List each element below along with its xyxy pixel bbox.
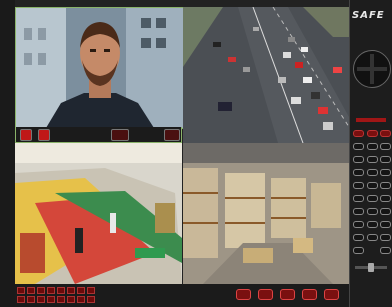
stop-icon[interactable] <box>280 289 295 300</box>
camera-view-4[interactable] <box>183 143 349 284</box>
channel-button[interactable] <box>37 296 45 303</box>
side-button[interactable] <box>380 169 391 176</box>
channel-button[interactable] <box>57 296 65 303</box>
side-button[interactable] <box>380 195 391 202</box>
side-button[interactable] <box>367 156 378 163</box>
camera-view-3[interactable] <box>15 143 182 284</box>
side-button[interactable] <box>380 182 391 189</box>
ptz-joystick-icon[interactable] <box>353 50 391 88</box>
side-button[interactable] <box>380 143 391 150</box>
camera-4-feed <box>183 143 349 284</box>
side-button[interactable] <box>353 234 364 241</box>
channel-button[interactable] <box>77 296 85 303</box>
channel-button[interactable] <box>37 287 45 294</box>
channel-button[interactable] <box>57 287 65 294</box>
channel-button[interactable] <box>87 296 95 303</box>
camera-1-feed <box>16 8 183 128</box>
side-button[interactable] <box>353 208 364 215</box>
side-button[interactable] <box>353 130 364 137</box>
dvr-viewer-window: SAFE <box>0 0 392 307</box>
side-button[interactable] <box>380 130 391 137</box>
slider-knob[interactable] <box>368 263 374 272</box>
side-button[interactable] <box>380 156 391 163</box>
channel-button[interactable] <box>47 287 55 294</box>
record-icon[interactable] <box>236 289 251 300</box>
side-button[interactable] <box>353 247 364 254</box>
side-button[interactable] <box>367 130 378 137</box>
side-button[interactable] <box>367 234 378 241</box>
brand-logo: SAFE <box>352 10 385 21</box>
channel-button[interactable] <box>27 296 35 303</box>
status-indicator <box>356 118 386 122</box>
side-button[interactable] <box>367 221 378 228</box>
control-panel <box>349 0 392 307</box>
left-margin <box>0 0 15 307</box>
side-button[interactable] <box>353 143 364 150</box>
channel-button[interactable] <box>17 296 25 303</box>
channel-button[interactable] <box>67 287 75 294</box>
settings-icon[interactable] <box>324 289 339 300</box>
channel-button[interactable] <box>77 287 85 294</box>
side-button[interactable] <box>367 208 378 215</box>
microphone-icon[interactable] <box>38 129 50 141</box>
speaker-icon[interactable] <box>20 129 32 141</box>
side-button[interactable] <box>380 221 391 228</box>
snapshot-icon[interactable] <box>164 129 180 141</box>
camera-2-feed <box>183 7 349 143</box>
play-icon[interactable] <box>258 289 273 300</box>
channel-button[interactable] <box>17 287 25 294</box>
channel-button[interactable] <box>87 287 95 294</box>
playback-toolbar <box>15 284 349 307</box>
side-button[interactable] <box>353 182 364 189</box>
channel-button[interactable] <box>47 296 55 303</box>
side-button[interactable] <box>353 156 364 163</box>
volume-slider[interactable] <box>355 263 387 272</box>
camera-view-1[interactable] <box>15 7 184 129</box>
camera-view-2[interactable] <box>183 7 349 143</box>
camera-1-toolbar <box>15 127 182 143</box>
side-button[interactable] <box>353 221 364 228</box>
channel-button[interactable] <box>67 296 75 303</box>
side-button[interactable] <box>380 208 391 215</box>
side-button[interactable] <box>367 195 378 202</box>
camera-3-feed <box>15 143 182 284</box>
pause-icon[interactable] <box>302 289 317 300</box>
side-button[interactable] <box>367 169 378 176</box>
record-icon[interactable] <box>111 129 129 141</box>
side-button[interactable] <box>353 169 364 176</box>
side-button[interactable] <box>380 247 391 254</box>
side-button[interactable] <box>353 195 364 202</box>
side-button[interactable] <box>367 143 378 150</box>
side-button[interactable] <box>380 234 391 241</box>
channel-button[interactable] <box>27 287 35 294</box>
side-button[interactable] <box>367 182 378 189</box>
